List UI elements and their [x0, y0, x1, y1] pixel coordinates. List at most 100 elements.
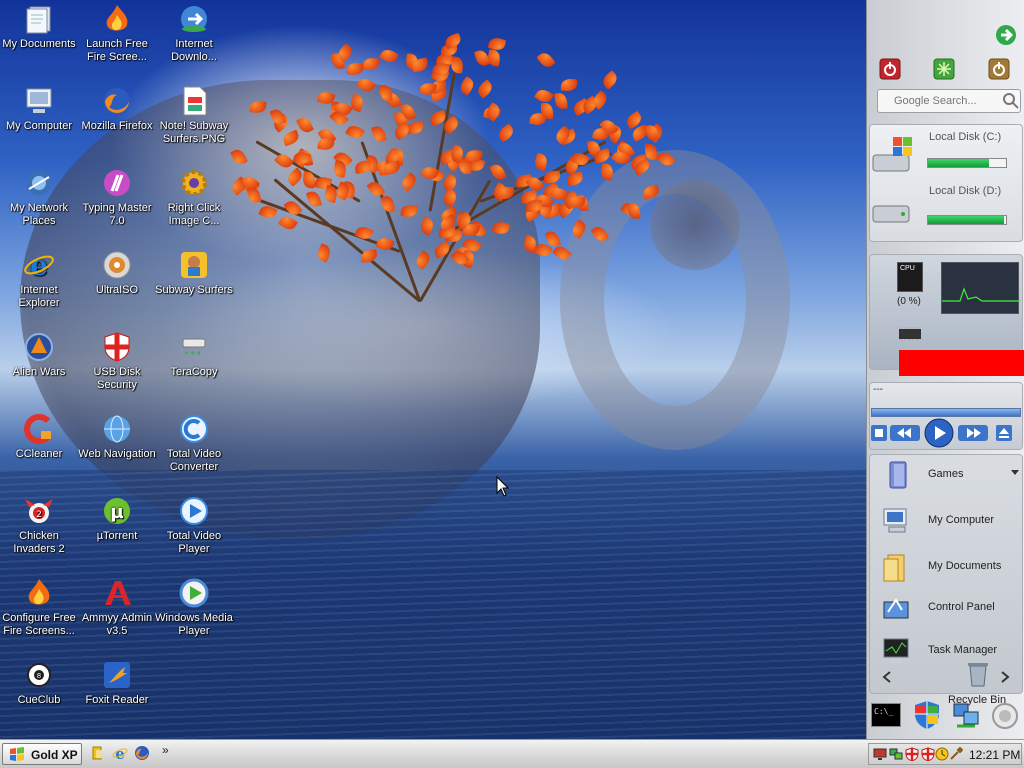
desktop-icon-label: Configure Free Fire Screens... [2, 612, 76, 637]
desktop-icon-alien-wars[interactable]: Alien Wars [0, 331, 78, 379]
desktop-icon-ultraiso[interactable]: UltraISO [78, 249, 156, 297]
disk-d-usage-bar [927, 215, 1007, 225]
quicklaunch-firefox-icon[interactable] [134, 745, 150, 761]
desktop-icon-windows-media-player[interactable]: Windows Media Player [155, 577, 233, 638]
tray-clock-icon[interactable] [935, 747, 949, 761]
desktop[interactable]: My Documents My Computer My Network Plac… [0, 0, 866, 739]
ccleaner-icon [24, 414, 51, 444]
web-globe-icon [104, 415, 130, 443]
fast-forward-icon[interactable] [957, 424, 989, 442]
desktop-icon-usb-disk-security[interactable]: USB Disk Security [78, 331, 156, 392]
shutdown-icon[interactable] [879, 58, 901, 80]
my-computer-icon [26, 88, 52, 113]
desktop-icon-launch-fire-screensaver[interactable]: Launch Free Fire Scree... [78, 3, 156, 64]
mouse-cursor-icon [496, 476, 510, 497]
wallpaper-leaf [362, 57, 380, 71]
wallpaper-leaf [536, 49, 556, 70]
quicklaunch-internet-explorer-icon[interactable]: e [112, 745, 128, 761]
desktop-icon-label: Web Navigation [78, 448, 156, 460]
launcher-item-my-computer[interactable]: My Computer [870, 501, 1020, 541]
desktop-icon-total-video-player[interactable]: Total Video Player [155, 495, 233, 556]
desktop-icon-label: Mozilla Firefox [81, 120, 153, 132]
gear-icon [181, 170, 207, 196]
wallpaper-leaf [487, 49, 502, 68]
command-prompt-icon[interactable]: C:\_ [871, 703, 901, 727]
desktop-icon-configure-fire-screensaver[interactable]: Configure Free Fire Screens... [0, 577, 78, 638]
memory-chip-icon [899, 327, 921, 341]
media-progress-bar[interactable] [871, 408, 1021, 417]
quicklaunch-more-button[interactable]: » [162, 743, 169, 757]
cpu-percent: (0 %) [897, 296, 921, 307]
system-tray: 12:21 PM [868, 743, 1022, 765]
ammyy-admin-icon [105, 581, 131, 605]
launcher-item-label: My Documents [928, 560, 1002, 572]
desktop-icon-typing-master[interactable]: Typing Master 7.0 [78, 167, 156, 228]
desktop-icon-chicken-invaders[interactable]: 2 Chicken Invaders 2 [0, 495, 78, 556]
desktop-icon-right-click-image-converter[interactable]: Right Click Image C... [155, 167, 233, 228]
svg-text:e: e [115, 745, 125, 761]
disk-d-usage-fill [928, 216, 1005, 224]
desktop-icon-subway-surfers[interactable]: Subway Surfers [155, 249, 233, 297]
tray-monitor-icon[interactable] [873, 747, 887, 761]
media-progress-fill [872, 409, 1020, 416]
disk-d-label: Local Disk (D:) [929, 185, 1002, 197]
desktop-icon-network-places[interactable]: My Network Places [0, 167, 78, 228]
search-icon[interactable] [1002, 92, 1020, 110]
google-search-box[interactable] [877, 89, 1021, 113]
speaker-icon[interactable] [991, 702, 1019, 730]
security-shield-icon[interactable] [913, 700, 941, 730]
video-converter-icon [180, 415, 208, 443]
desktop-icon-my-computer[interactable]: My Computer [0, 85, 78, 133]
launcher-item-my-documents[interactable]: My Documents [870, 547, 1020, 587]
wallpaper-leaf [457, 75, 477, 96]
desktop-icon-total-video-converter[interactable]: Total Video Converter [155, 413, 233, 474]
restart-icon[interactable] [933, 58, 955, 80]
desktop-icon-web-navigation[interactable]: Web Navigation [78, 413, 156, 461]
taskbar: Gold XP e » 12:21 PM [0, 739, 1024, 768]
wallpaper-leaf [553, 92, 568, 110]
desktop-icon-ccleaner[interactable]: CCleaner [0, 413, 78, 461]
network-places-icon [27, 171, 51, 195]
desktop-icon-firefox[interactable]: Mozilla Firefox [78, 85, 156, 133]
start-button[interactable]: Gold XP [2, 743, 82, 765]
desktop-icon-label: Total Video Player [166, 530, 222, 555]
tray-network-icon[interactable] [889, 747, 903, 761]
tray-usb-security-icon[interactable] [921, 747, 935, 761]
desktop-icon-label: UltraISO [95, 284, 139, 296]
desktop-icon-internet-download-manager[interactable]: Internet Downlo... [155, 3, 233, 64]
desktop-icon-note-subway-surfers[interactable]: Note! Subway Surfers.PNG [155, 85, 233, 146]
quicklaunch-folder-icon[interactable] [90, 745, 106, 761]
search-input[interactable] [894, 93, 1004, 109]
taskbar-clock[interactable]: 12:21 PM [969, 748, 1020, 762]
sidebar: Local Disk (C:) Local Disk (D:) CPU (0 %… [866, 0, 1024, 739]
control-panel-icon [883, 598, 909, 619]
eject-icon[interactable] [995, 424, 1013, 442]
desktop-icon-label: Ammyy Admin v3.5 [81, 612, 153, 637]
desktop-icon-teracopy[interactable]: TeraCopy [155, 331, 233, 379]
launcher-item-label: Recycle Bin [948, 694, 1007, 706]
wallpaper-leaf [533, 152, 550, 172]
launcher-item-games[interactable]: Games [870, 455, 1020, 495]
play-icon[interactable] [924, 418, 954, 448]
svg-text:µ: µ [110, 502, 123, 523]
desktop-icon-foxit-reader[interactable]: Foxit Reader [78, 659, 156, 707]
disk-c-label: Local Disk (C:) [929, 131, 1002, 143]
desktop-icon-ammyy-admin[interactable]: Ammyy Admin v3.5 [78, 577, 156, 638]
desktop-icon-label: Typing Master 7.0 [82, 202, 152, 227]
launcher-item-control-panel[interactable]: Control Panel [870, 588, 1020, 628]
desktop-icon-cueclub[interactable]: 8 CueClub [0, 659, 78, 707]
local-disk-c-icon [872, 137, 912, 172]
launcher-item-recycle-bin[interactable]: Recycle Bin [870, 660, 1020, 706]
svg-text:e: e [30, 249, 48, 281]
tray-shield-icon[interactable] [905, 747, 919, 761]
rewind-icon[interactable] [889, 424, 921, 442]
desktop-icon-my-documents[interactable]: My Documents [0, 3, 78, 51]
stop-icon[interactable] [870, 424, 888, 442]
usb-security-shield-icon [104, 332, 130, 362]
desktop-icon-utorrent[interactable]: µ µTorrent [78, 495, 156, 543]
tray-tools-icon[interactable] [949, 747, 963, 761]
arrow-right-icon[interactable] [995, 24, 1017, 46]
logoff-icon[interactable] [988, 58, 1010, 80]
desktop-icon-internet-explorer[interactable]: e Internet Explorer [0, 249, 78, 310]
wallpaper-leaf [346, 62, 364, 76]
